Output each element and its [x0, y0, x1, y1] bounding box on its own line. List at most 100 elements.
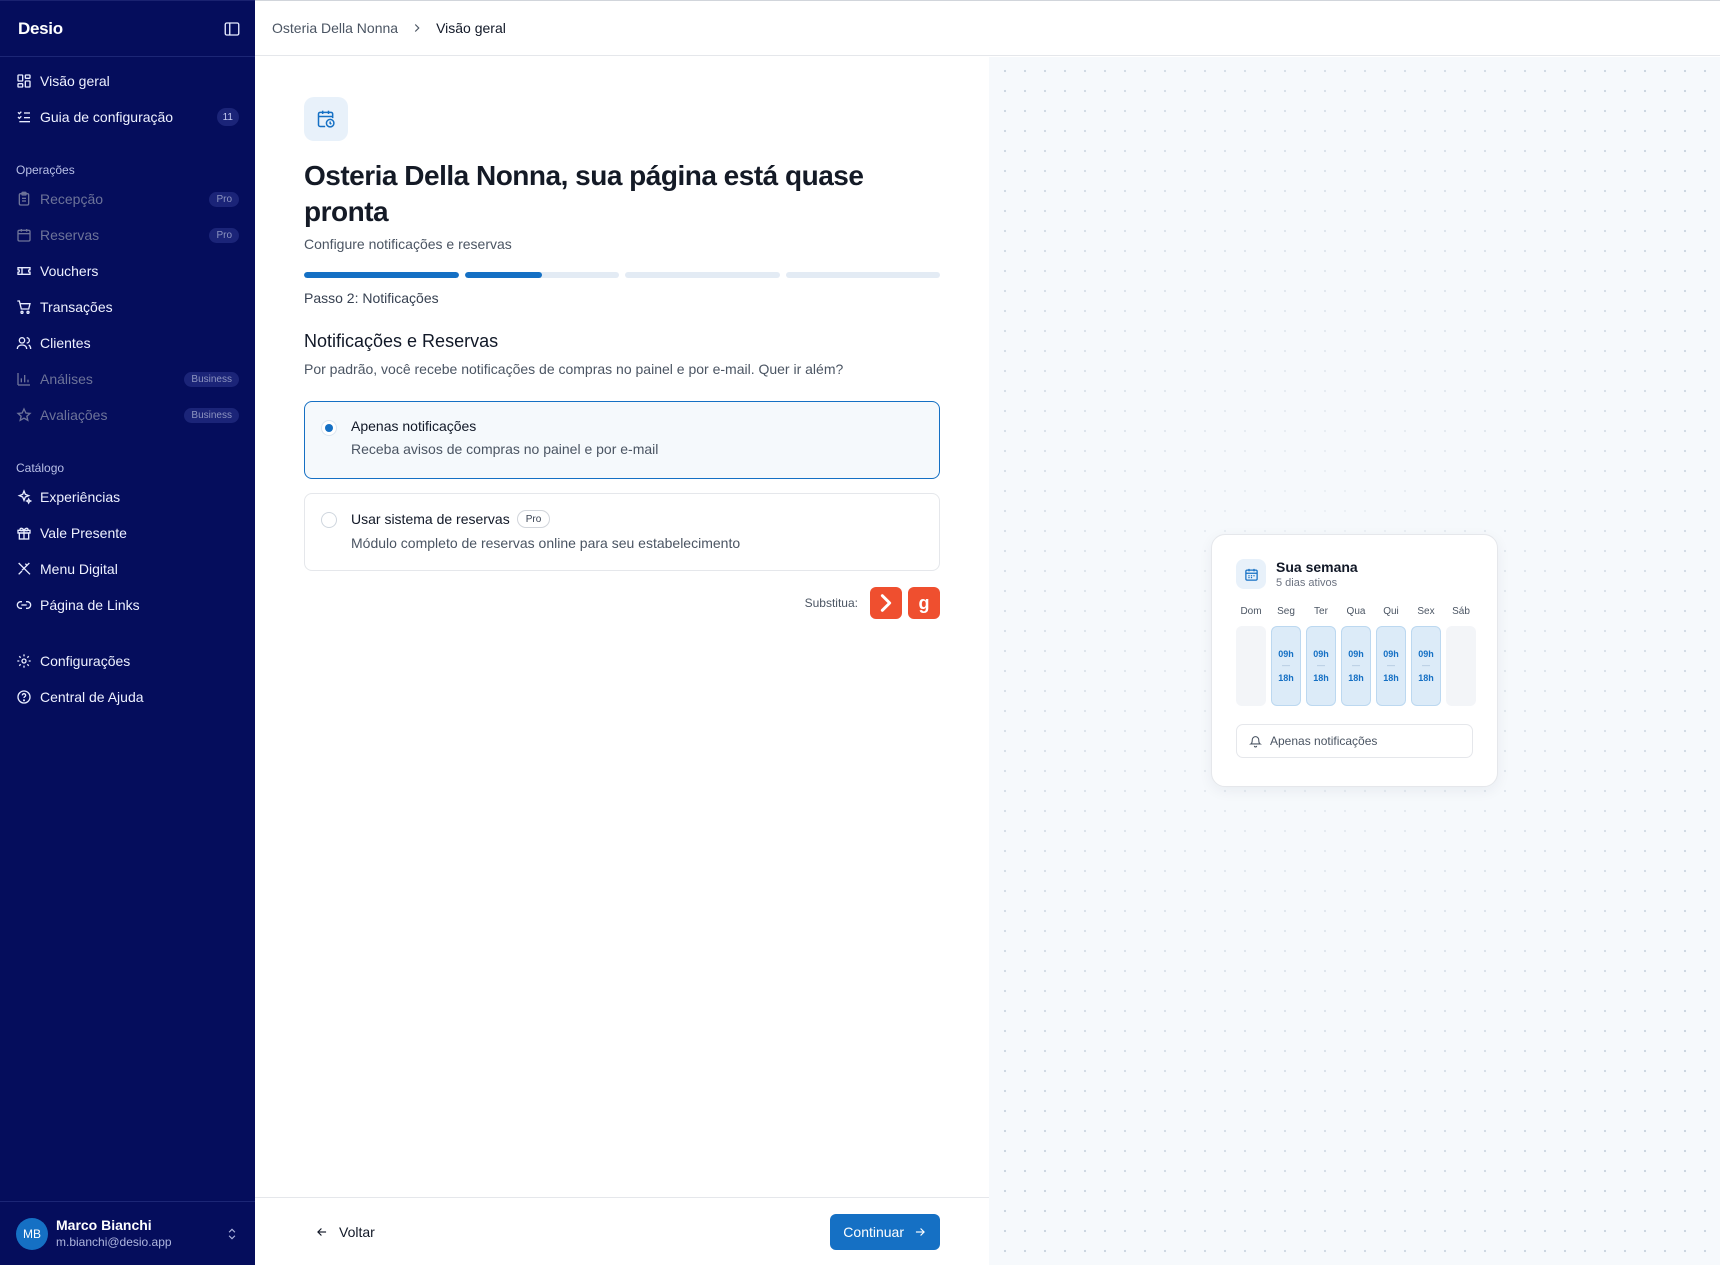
sidebar-item-visao-geral[interactable]: Visão geral	[0, 63, 255, 99]
week-days: Dom Seg 09h — 18h Ter 09h — 18h Qua 09h — 18h Qui 09h —…	[1236, 606, 1476, 706]
page-title: Osteria Della Nonna, sua página está qua…	[304, 160, 864, 227]
day-column: Sex 09h — 18h	[1411, 606, 1441, 706]
bell-icon	[1249, 735, 1262, 747]
time-separator: —	[1422, 661, 1430, 670]
sidebar-item-vale-presente[interactable]: Vale Presente	[0, 515, 255, 551]
time-separator: —	[1387, 661, 1395, 670]
open-time: 09h	[1383, 649, 1399, 659]
preview-panel: Sua semana 5 dias ativos Dom Seg 09h —18h Te…	[989, 57, 1720, 1265]
replaces-label: Substitua:	[804, 596, 858, 610]
radio-button[interactable]	[321, 420, 337, 436]
tier-badge: Business	[184, 371, 239, 387]
sidebar-item-vouchers[interactable]: Vouchers	[0, 253, 255, 289]
sidebar-item-recepcao[interactable]: Recepção Pro	[0, 181, 255, 217]
sidebar-header: Desio	[0, 1, 255, 57]
footer-actions: Voltar Continuar	[255, 1197, 989, 1265]
link-icon	[16, 597, 32, 613]
option-description: Módulo completo de reservas online para …	[351, 535, 741, 551]
card-title: Sua semana	[1276, 559, 1358, 575]
day-name: Ter	[1314, 606, 1328, 617]
sidebar-item-guia-configuracao[interactable]: Guia de configuração 11	[0, 99, 255, 135]
close-time: 18h	[1348, 673, 1364, 683]
sidebar-item-analises[interactable]: Análises Business	[0, 361, 255, 397]
pro-badge: Pro	[516, 510, 551, 528]
close-time: 18h	[1383, 673, 1399, 683]
calendar-clock-icon	[304, 97, 348, 141]
day-hours-inactive	[1236, 626, 1266, 706]
sidebar-item-experiencias[interactable]: Experiências	[0, 479, 255, 515]
arrow-right-icon	[915, 1227, 925, 1236]
day-hours-active: 09h — 18h	[1271, 626, 1301, 706]
sidebar-item-label: Central de Ajuda	[40, 689, 144, 705]
option-title: Apenas notificações	[351, 418, 477, 434]
gear-icon	[16, 653, 32, 669]
sidebar-item-label: Página de Links	[40, 597, 140, 613]
brand-arrow-icon	[870, 587, 902, 619]
checklist-icon	[16, 109, 32, 125]
ticket-icon	[16, 263, 32, 279]
sidebar-item-label: Configurações	[40, 653, 131, 669]
sidebar-item-label: Experiências	[40, 489, 121, 505]
sidebar-item-clientes[interactable]: Clientes	[0, 325, 255, 361]
back-button[interactable]: Voltar	[315, 1224, 375, 1240]
day-name: Qui	[1383, 606, 1399, 617]
onboarding-panel: Osteria Della Nonna, sua página está qua…	[255, 57, 989, 1265]
sidebar-item-label: Guia de configuração	[40, 109, 174, 125]
option-sistema-reservas[interactable]: Usar sistema de reservas Pro Módulo comp…	[304, 493, 940, 571]
day-hours-active: 09h — 18h	[1411, 626, 1441, 706]
breadcrumb: Osteria Della Nonna Visão geral	[255, 0, 1720, 56]
day-hours-active: 09h — 18h	[1341, 626, 1371, 706]
close-time: 18h	[1313, 673, 1329, 683]
option-apenas-notificacoes[interactable]: Apenas notificações Receba avisos de com…	[304, 401, 940, 479]
sidebar-item-label: Vale Presente	[40, 525, 127, 541]
sidebar-item-central-ajuda[interactable]: Central de Ajuda	[0, 679, 255, 715]
sidebar-item-label: Vouchers	[40, 263, 99, 279]
open-time: 09h	[1278, 649, 1294, 659]
radio-button[interactable]	[321, 512, 337, 528]
day-hours-active: 09h — 18h	[1306, 626, 1336, 706]
sidebar-item-label: Avaliações	[40, 407, 108, 423]
status-pill: Apenas notificações	[1236, 724, 1473, 758]
clipboard-icon	[16, 191, 32, 207]
users-icon	[16, 335, 32, 351]
tier-badge: Pro	[209, 191, 239, 207]
day-column: Ter 09h — 18h	[1306, 606, 1336, 706]
week-preview-card: Sua semana 5 dias ativos Dom Seg 09h —18h Te…	[1211, 534, 1498, 787]
logo: Desio	[18, 18, 63, 38]
progress-segment	[785, 272, 940, 278]
tier-badge: Pro	[209, 227, 239, 243]
sidebar-nav: Visão geral Guia de configuração 11 Oper…	[0, 57, 255, 715]
time-separator: —	[1352, 661, 1360, 670]
close-time: 18h	[1278, 673, 1294, 683]
sidebar-item-reservas[interactable]: Reservas Pro	[0, 217, 255, 253]
star-icon	[16, 407, 32, 423]
sidebar-item-transacoes[interactable]: Transações	[0, 289, 255, 325]
back-button-label: Voltar	[339, 1223, 375, 1240]
sidebar-item-pagina-links[interactable]: Página de Links	[0, 587, 255, 623]
avatar: MB	[16, 1217, 48, 1250]
help-circle-icon	[16, 689, 32, 705]
section-description: Por padrão, você recebe notificações de …	[304, 361, 844, 377]
cart-icon	[16, 299, 32, 315]
continue-button[interactable]: Continuar	[830, 1213, 940, 1250]
sidebar-item-configuracoes[interactable]: Configurações	[0, 643, 255, 679]
breadcrumb-parent[interactable]: Osteria Della Nonna	[272, 20, 398, 36]
calendar-icon	[1236, 559, 1266, 589]
brand-g-icon: g	[908, 587, 940, 619]
utensils-icon	[16, 561, 32, 577]
section-label-catalogo: Catálogo	[16, 461, 65, 475]
chevron-right-icon	[414, 24, 420, 32]
breadcrumb-current: Visão geral	[436, 20, 506, 36]
sidebar-item-label: Análises	[40, 371, 93, 387]
close-time: 18h	[1418, 673, 1434, 683]
sidebar-item-avaliacoes[interactable]: Avaliações Business	[0, 397, 255, 433]
replaces-row: Substitua: g	[304, 587, 940, 619]
sidebar-item-menu-digital[interactable]: Menu Digital	[0, 551, 255, 587]
day-hours-inactive	[1446, 626, 1476, 706]
user-info: Marco Bianchi m.bianchi@desio.app	[56, 1217, 225, 1250]
day-column: Qui 09h — 18h	[1376, 606, 1406, 706]
day-name: Sáb	[1452, 606, 1470, 617]
day-column: Dom	[1236, 606, 1266, 706]
sidebar-toggle-icon[interactable]	[223, 20, 241, 38]
user-menu[interactable]: MB Marco Bianchi m.bianchi@desio.app	[0, 1201, 255, 1265]
